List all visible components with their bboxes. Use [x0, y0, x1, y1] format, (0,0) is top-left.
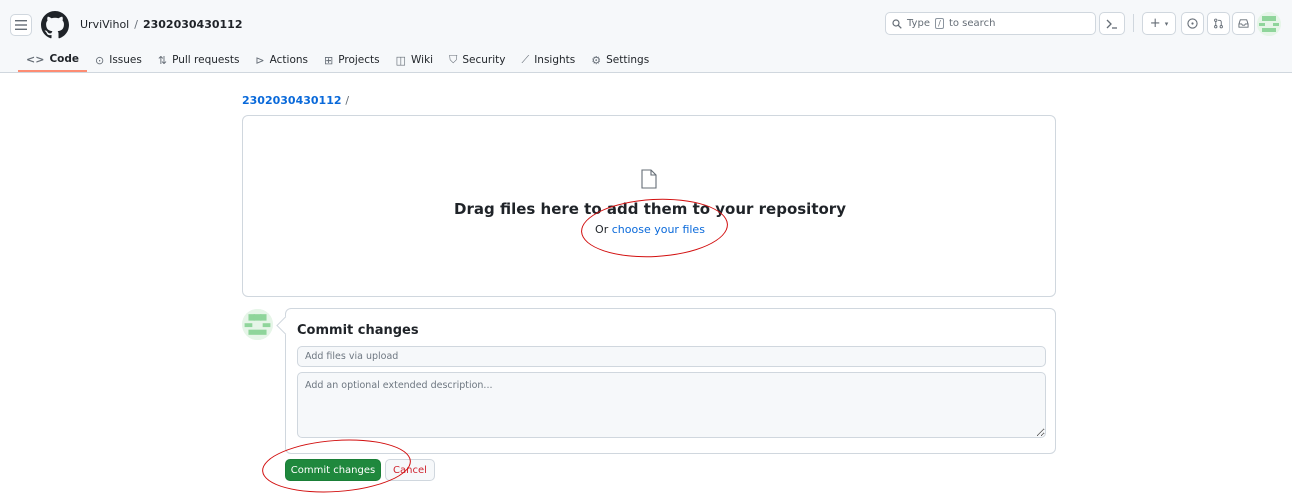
identicon-icon: [1257, 12, 1281, 36]
code-icon: <>: [26, 52, 45, 66]
file-dropzone[interactable]: Drag files here to add them to your repo…: [242, 115, 1056, 297]
graph-icon: ⟋: [521, 53, 530, 66]
gear-icon: ⚙: [591, 53, 602, 67]
choose-files-link[interactable]: choose your files: [612, 223, 705, 236]
search-input[interactable]: Type / to search: [885, 12, 1096, 35]
pull-requests-button[interactable]: [1207, 12, 1230, 35]
command-palette-button[interactable]: [1099, 12, 1125, 35]
breadcrumb-slash: /: [345, 94, 350, 107]
breadcrumb: 2302030430112 /: [242, 94, 349, 107]
committer-avatar: [242, 309, 273, 340]
hamburger-icon: [15, 20, 27, 30]
repo-nav: <> Code ⊙ Issues ⇅ Pull requests ⊳ Actio…: [18, 50, 657, 73]
search-shortcut-key: /: [934, 18, 944, 29]
dropzone-title: Drag files here to add them to your repo…: [454, 200, 846, 218]
commit-form: Commit changes: [285, 308, 1056, 454]
plus-icon: +: [1149, 16, 1161, 31]
tab-wiki-label: Wiki: [411, 54, 434, 66]
file-icon: [641, 169, 657, 189]
book-icon: ◫: [395, 53, 407, 67]
repo-context: UrviVihol / 2302030430112: [80, 18, 242, 31]
tab-code[interactable]: <> Code: [18, 50, 87, 72]
tab-pull-requests-label: Pull requests: [172, 54, 240, 66]
tab-projects[interactable]: ⊞ Projects: [316, 50, 388, 70]
issue-opened-icon: [1187, 18, 1198, 29]
tab-projects-label: Projects: [338, 54, 380, 66]
commit-description-input[interactable]: [297, 372, 1046, 438]
owner-link[interactable]: UrviVihol: [80, 18, 129, 31]
tab-code-label: Code: [49, 53, 79, 65]
git-pull-request-icon: [1214, 18, 1223, 29]
tab-settings-label: Settings: [606, 54, 650, 66]
inbox-icon: [1238, 19, 1249, 28]
user-avatar[interactable]: [1257, 12, 1281, 36]
tab-security[interactable]: ⛉ Security: [441, 50, 513, 70]
commit-title: Commit changes: [297, 323, 419, 338]
tab-issues-label: Issues: [109, 54, 142, 66]
or-text: Or: [595, 223, 609, 236]
tab-pull-requests[interactable]: ⇅ Pull requests: [150, 50, 248, 70]
tab-actions[interactable]: ⊳ Actions: [247, 50, 316, 70]
play-icon: ⊳: [255, 53, 265, 67]
cancel-button[interactable]: Cancel: [385, 459, 435, 481]
commit-message-input[interactable]: [297, 346, 1046, 367]
chevron-down-icon: ▾: [1164, 19, 1169, 28]
issues-button[interactable]: [1181, 12, 1204, 35]
menu-button[interactable]: [10, 14, 32, 36]
header-divider: [1133, 14, 1134, 32]
tab-actions-label: Actions: [269, 54, 308, 66]
create-new-button[interactable]: + ▾: [1142, 12, 1176, 35]
dropzone-subtitle: Or choose your files: [243, 223, 1057, 236]
commit-changes-button[interactable]: Commit changes: [285, 459, 381, 481]
search-icon: [892, 18, 902, 29]
tab-insights[interactable]: ⟋ Insights: [513, 50, 583, 70]
app-header: UrviVihol / 2302030430112 Type / to sear…: [0, 0, 1292, 73]
tab-wiki[interactable]: ◫ Wiki: [388, 50, 441, 70]
github-logo-icon[interactable]: [41, 11, 69, 39]
context-separator: /: [134, 18, 138, 31]
identicon-icon: [242, 309, 273, 340]
tab-insights-label: Insights: [534, 54, 576, 66]
breadcrumb-repo-link[interactable]: 2302030430112: [242, 94, 342, 107]
tab-security-label: Security: [462, 54, 506, 66]
shield-icon: ⛉: [449, 53, 458, 66]
tab-settings[interactable]: ⚙ Settings: [583, 50, 657, 70]
inbox-button[interactable]: [1232, 12, 1255, 35]
git-pull-request-icon: ⇅: [157, 53, 168, 67]
repo-link[interactable]: 2302030430112: [143, 18, 243, 31]
issue-opened-icon: ⊙: [95, 53, 105, 67]
search-placeholder-suffix: to search: [948, 18, 996, 29]
tab-issues[interactable]: ⊙ Issues: [87, 50, 150, 70]
table-icon: ⊞: [324, 53, 334, 67]
search-placeholder-prefix: Type: [907, 18, 930, 29]
terminal-icon: [1106, 19, 1117, 29]
